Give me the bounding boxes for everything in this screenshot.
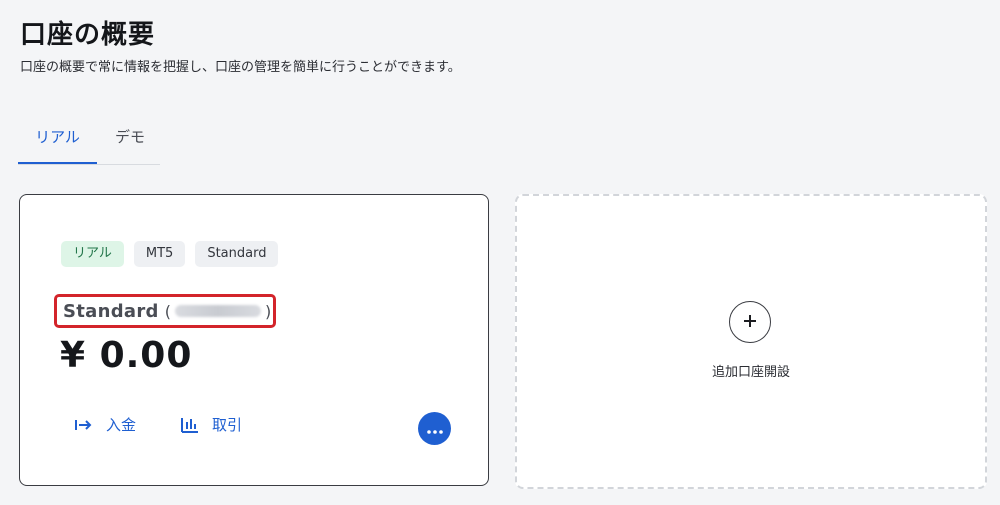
masked-account-number bbox=[174, 305, 261, 317]
trade-label: 取引 bbox=[212, 416, 243, 434]
more-options-button[interactable] bbox=[418, 412, 451, 445]
tab-demo[interactable]: デモ bbox=[97, 110, 160, 163]
add-account-card[interactable]: 追加口座開設 bbox=[515, 194, 987, 489]
tab-real[interactable]: リアル bbox=[18, 110, 97, 164]
paren-open: ( bbox=[164, 301, 171, 321]
badge-platform: MT5 bbox=[133, 241, 186, 267]
account-name: Standard bbox=[63, 300, 159, 322]
badge-account-type: Standard bbox=[195, 241, 279, 267]
deposit-label: 入金 bbox=[106, 416, 137, 434]
account-type-tabs: リアル デモ bbox=[18, 110, 160, 165]
page-subtitle: 口座の概要で常に情報を把握し、口座の管理を簡単に行うことができます。 bbox=[20, 60, 461, 75]
chart-bars-icon bbox=[180, 416, 200, 434]
badge-real: リアル bbox=[61, 241, 124, 267]
deposit-button[interactable]: 入金 bbox=[74, 414, 136, 435]
add-account-label: 追加口座開設 bbox=[711, 365, 790, 380]
account-card: リアル MT5 Standard Standard ( ) ¥ 0.00 入金 bbox=[19, 194, 489, 486]
add-account-button[interactable] bbox=[729, 301, 771, 343]
paren-close: ) bbox=[264, 301, 272, 321]
ellipsis-icon bbox=[426, 419, 443, 438]
account-balance: ¥ 0.00 bbox=[60, 335, 193, 376]
plus-icon bbox=[743, 313, 757, 332]
account-name-highlight: Standard ( ) bbox=[54, 294, 276, 328]
page-title: 口座の概要 bbox=[20, 20, 156, 50]
account-badges: リアル MT5 Standard bbox=[61, 241, 279, 267]
account-overview-page: 口座の概要 口座の概要で常に情報を把握し、口座の管理を簡単に行うことができます。… bbox=[0, 0, 1000, 505]
trade-button[interactable]: 取引 bbox=[180, 414, 242, 435]
arrow-right-bar-icon bbox=[74, 417, 94, 433]
